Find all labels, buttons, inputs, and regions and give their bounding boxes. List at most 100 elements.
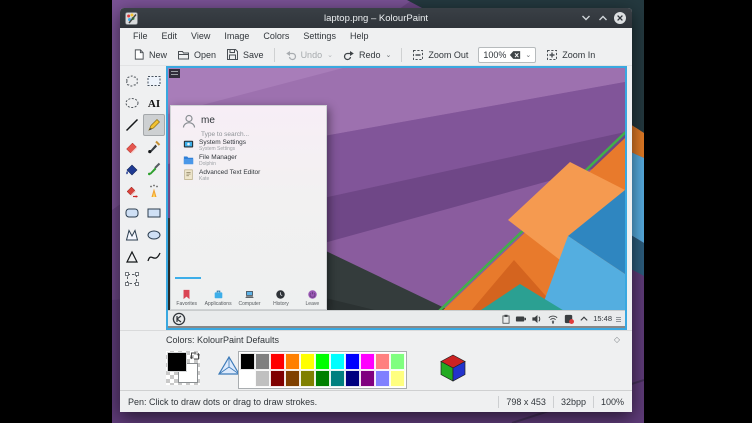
open-button[interactable]: Open <box>172 46 221 63</box>
tool-rectangle[interactable] <box>143 202 165 224</box>
open-folder-icon <box>177 48 190 61</box>
palette-color-0-10[interactable] <box>390 353 405 370</box>
palette-color-0-0[interactable] <box>240 353 255 370</box>
palette-color-0-1[interactable] <box>255 353 270 370</box>
swap-colors-icon[interactable] <box>190 351 200 361</box>
zoom-in-label: Zoom In <box>562 50 595 60</box>
minimize-button[interactable] <box>578 10 594 26</box>
palette-color-1-6[interactable] <box>330 370 345 387</box>
palette-color-0-4[interactable] <box>300 353 315 370</box>
palette-color-1-7[interactable] <box>345 370 360 387</box>
launcher-app-file-manager[interactable]: File ManagerDolphin <box>183 154 237 167</box>
launcher-tabs: FavoritesApplicationsComputerHistoryLeav… <box>171 289 328 307</box>
palette-color-0-6[interactable] <box>330 353 345 370</box>
tool-polygon[interactable] <box>121 224 143 246</box>
redo-icon <box>343 49 355 61</box>
status-zoom: 100% <box>601 397 624 407</box>
palette-color-0-7[interactable] <box>345 353 360 370</box>
launcher-app-advanced-text-editor[interactable]: Advanced Text EditorKate <box>183 169 260 182</box>
text-icon: AI <box>146 95 162 111</box>
tool-rounded-rectangle[interactable] <box>121 202 143 224</box>
launcher-tab-applications[interactable]: Applications <box>202 289 233 307</box>
save-button[interactable]: Save <box>221 46 269 63</box>
menu-settings[interactable]: Settings <box>296 28 343 44</box>
spraycan-icon <box>146 183 162 199</box>
launcher-tab-favorites[interactable]: Favorites <box>171 289 202 307</box>
menu-help[interactable]: Help <box>343 28 376 44</box>
palette-color-0-2[interactable] <box>270 353 285 370</box>
redo-dropdown-icon[interactable]: ⌄ <box>385 51 391 59</box>
close-button[interactable] <box>612 10 628 26</box>
clear-text-icon[interactable] <box>509 50 521 60</box>
tool-flood-fill[interactable] <box>121 158 143 180</box>
tool-ellipse-selection[interactable] <box>121 92 143 114</box>
save-label: Save <box>243 50 264 60</box>
tool-text[interactable]: AI <box>143 92 165 114</box>
color-swatch-box[interactable] <box>166 351 200 385</box>
menu-image[interactable]: Image <box>217 28 256 44</box>
palette-color-0-5[interactable] <box>315 353 330 370</box>
redo-button[interactable]: Redo ⌄ <box>338 47 396 63</box>
color-similarity-cube-icon[interactable] <box>438 353 468 383</box>
menu-view[interactable]: View <box>184 28 217 44</box>
palette-color-1-9[interactable] <box>375 370 390 387</box>
tool-brush[interactable] <box>143 136 165 158</box>
tool-zoom[interactable] <box>121 268 143 290</box>
tool-eraser[interactable] <box>121 136 143 158</box>
tool-ellipse[interactable] <box>143 224 165 246</box>
palette-color-0-9[interactable] <box>375 353 390 370</box>
tool-color-eraser[interactable] <box>121 180 143 202</box>
foreground-color-swatch[interactable] <box>167 352 187 372</box>
save-floppy-icon <box>226 48 239 61</box>
status-message: Pen: Click to draw dots or drag to draw … <box>128 397 491 407</box>
palette-color-1-1[interactable] <box>255 370 270 387</box>
chevron-up-icon <box>598 13 608 23</box>
maximize-button[interactable] <box>595 10 611 26</box>
chevron-down-icon <box>581 13 591 23</box>
curve-icon <box>146 249 162 265</box>
menu-edit[interactable]: Edit <box>155 28 185 44</box>
palette-color-0-8[interactable] <box>360 353 375 370</box>
ellipse-selection-icon <box>124 95 140 111</box>
undo-dropdown-icon[interactable]: ⌄ <box>327 51 333 59</box>
palette-color-1-8[interactable] <box>360 370 375 387</box>
tool-rect-selection[interactable] <box>143 70 165 92</box>
canvas-image[interactable]: me Type to search... System SettingsSyst… <box>168 68 625 328</box>
palette-color-1-5[interactable] <box>315 370 330 387</box>
colors-dock-title: Colors: KolourPaint Defaults <box>166 335 279 345</box>
zoom-out-button[interactable]: Zoom Out <box>407 47 473 63</box>
palette-color-1-0[interactable] <box>240 370 255 387</box>
launcher-tab-history[interactable]: History <box>265 289 296 307</box>
palette-color-1-10[interactable] <box>390 370 405 387</box>
palette-color-1-4[interactable] <box>300 370 315 387</box>
launcher-tab-computer[interactable]: Computer <box>234 289 265 307</box>
clock: 15:48 <box>593 314 612 323</box>
tool-color-picker[interactable] <box>143 158 165 180</box>
tool-box: AI <box>120 66 166 330</box>
tool-line[interactable] <box>121 114 143 136</box>
launcher-tab-leave[interactable]: Leave <box>297 289 328 307</box>
undo-button[interactable]: Undo ⌄ <box>280 47 338 63</box>
palette-color-1-2[interactable] <box>270 370 285 387</box>
tool-pen[interactable] <box>143 114 165 136</box>
palette-color-0-3[interactable] <box>285 353 300 370</box>
canvas-scrollview[interactable]: me Type to search... System SettingsSyst… <box>166 66 627 330</box>
new-document-icon <box>133 48 145 61</box>
dock-float-icon[interactable]: ◇ <box>614 335 620 344</box>
tool-free-form-selection[interactable] <box>121 70 143 92</box>
tool-connected-lines[interactable] <box>121 246 143 268</box>
titlebar[interactable]: laptop.png – KolourPaint <box>120 8 632 28</box>
launcher-app-system-settings[interactable]: System SettingsSystem Settings <box>183 139 246 152</box>
new-button[interactable]: New <box>128 46 172 63</box>
flood-fill-icon <box>124 161 140 177</box>
zoom-in-button[interactable]: Zoom In <box>541 47 600 63</box>
palette-color-1-3[interactable] <box>285 370 300 387</box>
menu-file[interactable]: File <box>126 28 155 44</box>
chevron-down-icon[interactable]: ⌄ <box>525 51 531 59</box>
tool-spraycan[interactable] <box>143 180 165 202</box>
menu-colors[interactable]: Colors <box>256 28 296 44</box>
launcher-search-input[interactable]: Type to search... <box>201 131 249 138</box>
zoom-level-combobox[interactable]: 100% ⌄ <box>478 47 536 63</box>
polygon-icon <box>124 227 140 243</box>
tool-curve[interactable] <box>143 246 165 268</box>
